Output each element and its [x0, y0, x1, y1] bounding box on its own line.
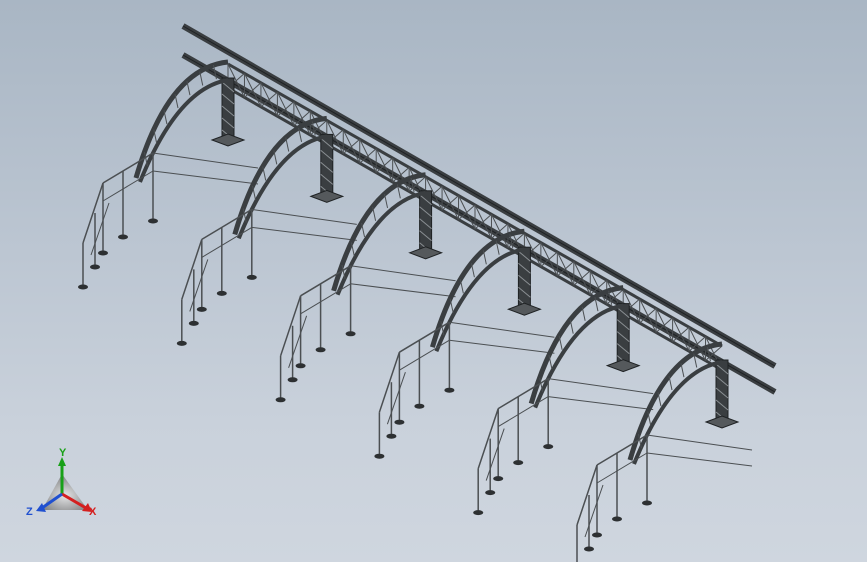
side-handrail — [251, 208, 357, 225]
y-axis-label: Y — [59, 447, 67, 459]
side-handrail-mid — [449, 339, 555, 354]
bay-frame — [374, 228, 555, 459]
railing-post-foot — [315, 347, 326, 353]
gantry-structure-model[interactable] — [0, 0, 867, 562]
railing-post-foot — [394, 419, 405, 425]
bay-frame — [176, 115, 357, 346]
railing-post-foot — [513, 460, 524, 466]
railing-post-foot — [196, 306, 207, 312]
side-handrail — [449, 321, 555, 338]
handrail-mid — [102, 170, 154, 202]
coordinate-triad: Y X Z — [26, 447, 97, 518]
column-base-plate — [210, 133, 246, 147]
column-base-plate — [309, 189, 345, 203]
railing-post-foot — [98, 250, 108, 256]
bay-frames — [78, 59, 753, 562]
railing-post-foot — [592, 532, 602, 538]
side-handrail-mid — [251, 226, 357, 241]
bay-frame — [576, 341, 753, 562]
column-base-plate — [704, 415, 740, 429]
railing-post-foot — [295, 363, 306, 369]
arm-web-member — [581, 306, 586, 321]
arm-web-member — [482, 250, 487, 265]
railing-post-foot — [374, 453, 385, 459]
handrail-mid — [201, 226, 253, 258]
arm-web-member — [680, 363, 685, 378]
graphics-viewport[interactable]: Y X Z — [0, 0, 867, 562]
handrail-slope — [576, 464, 598, 526]
railing-post-foot — [345, 331, 356, 337]
side-handrail — [152, 152, 259, 169]
handrail-slope — [477, 408, 499, 469]
handrail-mid — [596, 452, 648, 484]
arm-web-member — [285, 137, 290, 152]
side-handrail — [548, 378, 654, 395]
railing-post-foot — [414, 403, 425, 409]
bay-frame — [275, 172, 456, 403]
railing-post-foot — [176, 340, 187, 346]
side-handrail-mid — [548, 396, 654, 411]
arm-web-member — [199, 71, 204, 86]
side-handrail-mid — [646, 452, 753, 467]
railing-post-foot — [148, 218, 158, 224]
handrail-slope — [82, 182, 104, 244]
side-handrail-mid — [350, 283, 456, 298]
arm-web-member — [384, 193, 389, 209]
railing-post-foot — [543, 444, 554, 450]
railing-post-foot — [287, 377, 298, 383]
railing-post-foot — [386, 433, 397, 439]
handrail-slope — [378, 351, 401, 413]
z-axis-label: Z — [26, 506, 33, 518]
railing-post-foot — [118, 234, 128, 240]
column-base-plate — [506, 302, 542, 316]
side-handrail — [350, 265, 456, 282]
railing-post-foot — [642, 500, 652, 506]
x-axis-label: X — [89, 506, 97, 518]
railing-post-foot — [493, 476, 504, 482]
side-handrail — [646, 434, 753, 451]
railing-post-foot — [275, 397, 286, 403]
railing-post-foot — [216, 290, 227, 296]
railing-post-foot — [188, 320, 199, 326]
top-rail-upper-edge — [182, 25, 776, 367]
column-base-plate — [408, 246, 444, 260]
column-base-plate — [605, 359, 641, 373]
handrail-slope — [279, 295, 302, 357]
railing-post-foot — [485, 490, 496, 496]
handrail-mid — [497, 396, 549, 428]
bay-frame — [78, 59, 259, 290]
bay-frame — [473, 285, 654, 516]
railing-post-foot — [78, 284, 88, 290]
side-handrail-mid — [152, 170, 259, 185]
railing-post-foot — [444, 387, 455, 393]
railing-post-foot — [473, 510, 484, 516]
handrail-mid — [399, 339, 450, 371]
arm-web-member — [186, 81, 191, 96]
railing-post-foot — [246, 274, 257, 280]
railing-post-foot — [90, 264, 100, 270]
railing-post-foot — [612, 516, 622, 522]
railing-post-foot — [584, 546, 594, 552]
handrail-mid — [300, 283, 351, 315]
handrail-slope — [181, 239, 203, 300]
